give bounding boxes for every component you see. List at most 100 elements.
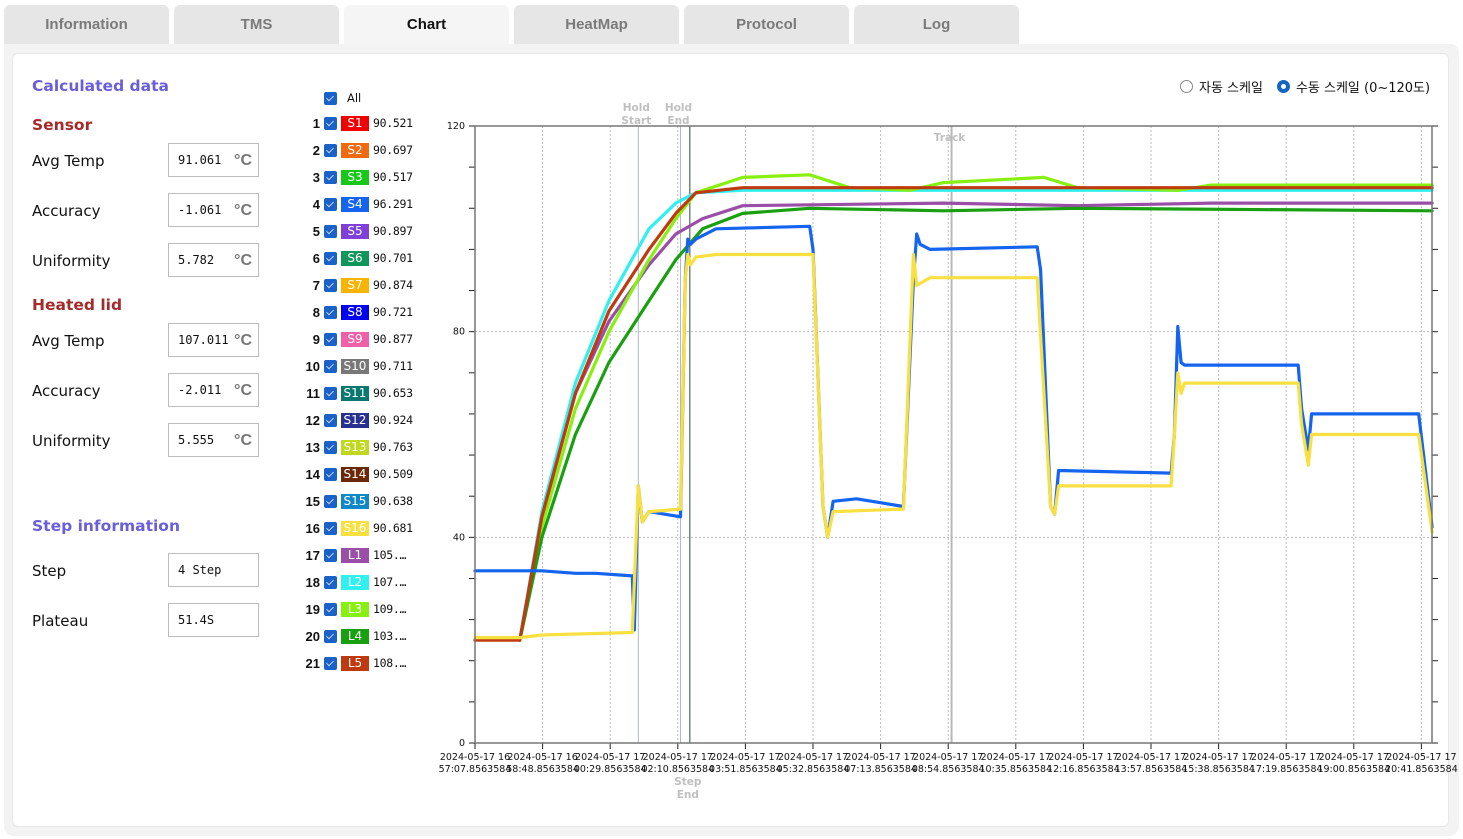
- legend-checkbox[interactable]: [324, 332, 337, 346]
- lid-accuracy-value: -2.011: [178, 383, 222, 397]
- legend-swatch: S6: [341, 250, 369, 266]
- legend-value: 90.877: [373, 332, 413, 346]
- legend-index: 1: [312, 115, 320, 131]
- legend-checkbox[interactable]: [324, 251, 337, 265]
- manual-scale-label[interactable]: 수동 스케일 (0~120도): [1296, 77, 1430, 96]
- legend-all-toggle[interactable]: All: [324, 91, 361, 105]
- legend-swatch: S7: [341, 277, 369, 293]
- legend-checkbox[interactable]: [324, 440, 337, 454]
- sensor-accuracy-label: Accuracy: [32, 202, 101, 220]
- legend-item-s16: 16 S16 90.681: [300, 519, 413, 537]
- legend-checkbox[interactable]: [324, 305, 337, 319]
- legend-swatch: S12: [341, 412, 369, 428]
- legend-item-s7: 7 S7 90.874: [300, 276, 413, 294]
- legend-checkbox[interactable]: [324, 575, 337, 589]
- legend-index: 17: [305, 547, 320, 563]
- tab-log[interactable]: Log: [854, 5, 1019, 44]
- legend-index: 3: [312, 169, 320, 185]
- sensor-accuracy-value: -1.061: [178, 203, 222, 217]
- legend-index: 14: [305, 466, 320, 482]
- legend-item-s8: 8 S8 90.721: [300, 303, 413, 321]
- unit-label: °C: [234, 432, 252, 449]
- legend-checkbox[interactable]: [324, 224, 337, 238]
- legend-value: 90.897: [373, 224, 413, 238]
- legend-checkbox[interactable]: [324, 386, 337, 400]
- tab-protocol[interactable]: Protocol: [684, 5, 849, 44]
- tab-tms[interactable]: TMS: [174, 5, 339, 44]
- sensor-uniformity-value: 5.782: [178, 253, 215, 267]
- legend-item-s6: 6 S6 90.701: [300, 249, 413, 267]
- unit-label: °C: [234, 332, 252, 349]
- legend-checkbox[interactable]: [324, 548, 337, 562]
- tab-heatmap[interactable]: HeatMap: [514, 5, 679, 44]
- legend-checkbox[interactable]: [324, 467, 337, 481]
- legend-swatch: S5: [341, 223, 369, 239]
- heated-lid-title: Heated lid: [32, 296, 123, 314]
- legend-checkbox[interactable]: [324, 629, 337, 643]
- legend-checkbox[interactable]: [324, 494, 337, 508]
- legend-checkbox[interactable]: [324, 143, 337, 157]
- unit-label: °C: [234, 252, 252, 269]
- legend-value: 107.…: [373, 575, 407, 589]
- legend-item-l1: 17 L1 105.…: [300, 546, 406, 564]
- legend-item-s11: 11 S11 90.653: [300, 384, 413, 402]
- sensor-uniformity-label: Uniformity: [32, 252, 111, 270]
- legend-swatch: S9: [341, 331, 369, 347]
- legend-swatch: L4: [341, 628, 369, 644]
- legend-index: 5: [312, 223, 320, 239]
- calculated-data-title: Calculated data: [32, 77, 169, 95]
- legend-checkbox[interactable]: [324, 521, 337, 535]
- legend-swatch: L2: [341, 574, 369, 590]
- tab-information[interactable]: Information: [4, 5, 169, 44]
- legend-checkbox[interactable]: [324, 116, 337, 130]
- legend-value: 90.701: [373, 251, 413, 265]
- legend-swatch: S14: [341, 466, 369, 482]
- manual-scale-radio[interactable]: [1276, 80, 1290, 93]
- sensor-avg-temp-value: 91.061: [178, 153, 222, 167]
- legend-index: 11: [306, 385, 320, 401]
- lid-avg-temp-label: Avg Temp: [32, 332, 105, 350]
- legend-swatch: S4: [341, 196, 369, 212]
- legend-item-l4: 20 L4 103.…: [300, 627, 406, 645]
- sensor-title: Sensor: [32, 116, 93, 134]
- legend-checkbox[interactable]: [324, 278, 337, 292]
- legend-swatch: L3: [341, 601, 369, 617]
- legend-item-s12: 12 S12 90.924: [300, 411, 413, 429]
- legend-value: 90.638: [373, 494, 413, 508]
- legend-checkbox[interactable]: [324, 170, 337, 184]
- legend-value: 90.721: [373, 305, 413, 319]
- legend-index: 19: [305, 601, 320, 617]
- unit-label: °C: [234, 382, 252, 399]
- legend-checkbox[interactable]: [324, 197, 337, 211]
- legend-item-s5: 5 S5 90.897: [300, 222, 413, 240]
- legend-item-s3: 3 S3 90.517: [300, 168, 413, 186]
- legend-value: 90.763: [373, 440, 413, 454]
- legend-checkbox[interactable]: [324, 656, 337, 670]
- sensor-uniformity-field: 5.782 °C: [168, 243, 259, 277]
- legend-checkbox[interactable]: [324, 602, 337, 616]
- legend-checkbox[interactable]: [324, 413, 337, 427]
- legend-item-l2: 18 L2 107.…: [300, 573, 406, 591]
- legend-value: 109.…: [373, 602, 407, 616]
- legend-value: 105.…: [373, 548, 407, 562]
- lid-uniformity-value: 5.555: [178, 433, 215, 447]
- legend-checkbox[interactable]: [324, 359, 337, 373]
- plateau-field: 51.4S: [168, 603, 259, 637]
- legend-index: 8: [312, 304, 320, 320]
- legend-index: 2: [312, 142, 320, 158]
- legend-swatch: S8: [341, 304, 369, 320]
- legend-index: 4: [312, 196, 320, 212]
- auto-scale-radio[interactable]: [1180, 80, 1193, 93]
- tab-chart[interactable]: Chart: [344, 5, 509, 44]
- legend-swatch: S11: [341, 385, 369, 401]
- auto-scale-label[interactable]: 자동 스케일: [1199, 77, 1263, 96]
- sensor-accuracy-field: -1.061 °C: [168, 193, 259, 227]
- tab-bar: Information TMS Chart HeatMap Protocol Log: [4, 5, 1024, 45]
- legend-swatch: S10: [341, 358, 369, 374]
- legend-swatch: S3: [341, 169, 369, 185]
- unit-label: °C: [234, 152, 252, 169]
- legend-value: 103.…: [373, 629, 407, 643]
- legend-swatch: S16: [341, 520, 369, 536]
- plateau-label: Plateau: [32, 612, 89, 630]
- checkbox-all[interactable]: [324, 91, 337, 105]
